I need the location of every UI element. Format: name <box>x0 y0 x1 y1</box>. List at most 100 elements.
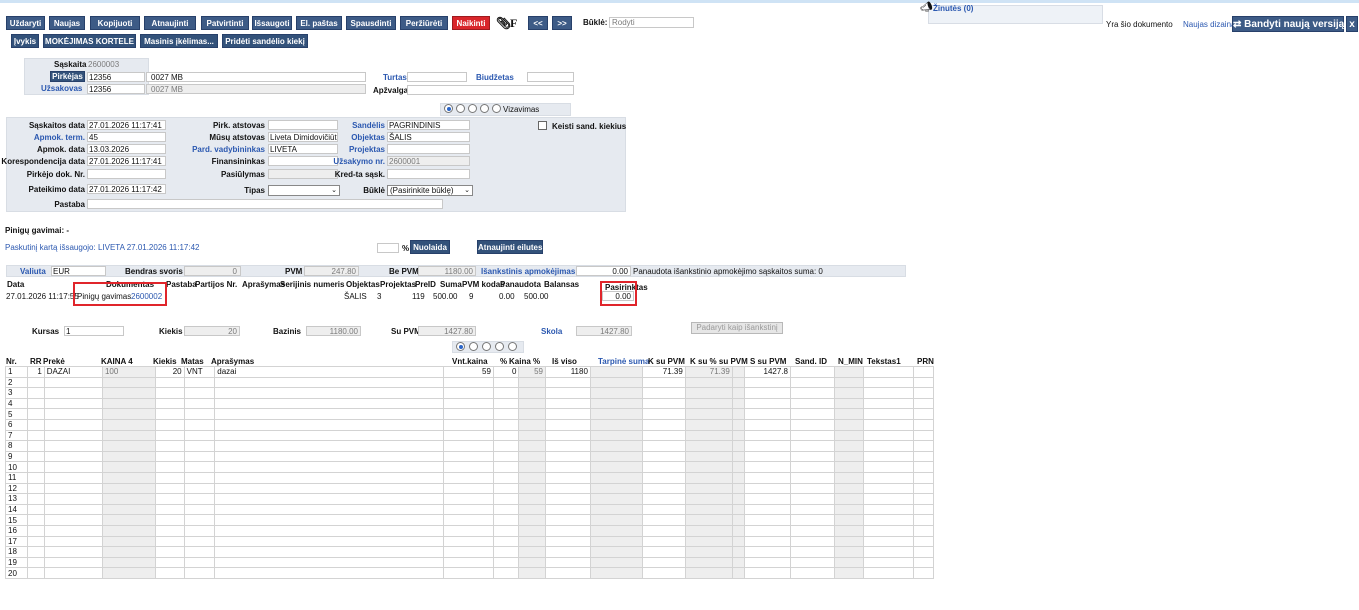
row-cell[interactable] <box>442 524 494 537</box>
radio-vizavimas[interactable] <box>492 104 501 113</box>
row-cell[interactable] <box>744 408 791 420</box>
row-cell[interactable] <box>544 387 591 399</box>
row-cell[interactable] <box>492 546 520 558</box>
row-cell[interactable] <box>27 493 45 505</box>
row-cell[interactable] <box>789 429 835 442</box>
row-cell[interactable] <box>442 471 494 484</box>
row-cell[interactable] <box>544 461 591 473</box>
row-cell[interactable] <box>641 450 686 463</box>
row-cell[interactable] <box>863 376 915 389</box>
row-cell[interactable] <box>214 493 444 505</box>
row-cell[interactable] <box>155 450 185 463</box>
row-cell[interactable] <box>913 503 934 516</box>
row-cell[interactable] <box>544 524 591 537</box>
row-cell[interactable] <box>43 429 103 442</box>
grid-radio-5[interactable] <box>508 342 517 351</box>
row-cell[interactable] <box>641 397 686 410</box>
row-cell[interactable] <box>155 524 185 537</box>
row-cell[interactable] <box>43 524 103 537</box>
row-cell[interactable] <box>544 450 591 463</box>
prev-record-button[interactable]: << <box>528 16 548 30</box>
make-from-prepay-button[interactable]: Padaryti kaip išankstinį <box>691 322 783 334</box>
row-cell[interactable] <box>155 546 185 558</box>
row-cell[interactable] <box>492 482 520 495</box>
row-cell[interactable] <box>27 418 45 431</box>
new-button[interactable]: Naujas <box>49 16 85 30</box>
row-cell[interactable] <box>913 493 934 505</box>
row-cell[interactable] <box>863 493 915 505</box>
row-s-vat[interactable]: 1427.8 <box>744 366 791 378</box>
row-sand-id[interactable] <box>789 366 835 378</box>
row-cell[interactable] <box>214 535 444 548</box>
table-row[interactable]: 18 <box>4 546 934 558</box>
row-cell[interactable] <box>43 535 103 548</box>
table-row[interactable]: 8 <box>4 440 934 452</box>
row-pct[interactable]: 0 <box>492 366 520 378</box>
row-cell[interactable] <box>744 450 791 463</box>
corr-date-input[interactable]: 27.01.2026 11:17:41 <box>87 156 166 166</box>
row-cell[interactable] <box>641 524 686 537</box>
table-row[interactable]: 5 <box>4 408 934 420</box>
row-cell[interactable] <box>492 471 520 484</box>
debt-label[interactable]: Skola <box>541 327 562 337</box>
row-total[interactable]: 1180 <box>544 366 591 378</box>
row-cell[interactable] <box>155 471 185 484</box>
row-cell[interactable] <box>183 524 216 537</box>
row-cell[interactable] <box>913 376 934 389</box>
row-cell[interactable] <box>863 546 915 558</box>
prepay-label[interactable]: Išankstinis apmokėjimas <box>481 267 575 277</box>
row-cell[interactable] <box>744 546 791 558</box>
row-cell[interactable] <box>155 514 185 526</box>
refresh-button[interactable]: Atnaujinti <box>144 16 196 30</box>
row-cell[interactable] <box>214 514 444 526</box>
table-row[interactable]: 1 1 DAZAI 100 20 VNT dazai 59 0 59 1180 … <box>4 366 934 378</box>
row-cell[interactable] <box>789 397 835 410</box>
table-row[interactable]: 10 <box>4 461 934 473</box>
last-saved-link[interactable]: Paskutinį kartą išsaugojo: LIVETA 27.01.… <box>5 243 200 253</box>
customer-code-input[interactable]: 12356 <box>87 84 145 94</box>
row-cell[interactable] <box>789 556 835 569</box>
insurance-input[interactable] <box>407 85 574 95</box>
row-cell[interactable] <box>641 546 686 558</box>
row-cell[interactable] <box>183 535 216 548</box>
row-cell[interactable] <box>442 546 494 558</box>
row-cell[interactable] <box>544 567 591 579</box>
row-cell[interactable] <box>442 450 494 463</box>
row-cell[interactable] <box>544 418 591 431</box>
row-cell[interactable] <box>744 535 791 548</box>
budget-input[interactable] <box>527 72 574 82</box>
table-row[interactable]: 19 <box>4 556 934 569</box>
row-cell[interactable] <box>641 429 686 442</box>
row-cell[interactable] <box>214 524 444 537</box>
row-cell[interactable] <box>183 408 216 420</box>
row-cell[interactable] <box>744 387 791 399</box>
row-cell[interactable] <box>442 461 494 473</box>
row-cell[interactable] <box>863 461 915 473</box>
email-button[interactable]: El. paštas <box>296 16 342 30</box>
row-cell[interactable] <box>492 567 520 579</box>
row-cell[interactable] <box>155 387 185 399</box>
row-qty[interactable]: 20 <box>155 366 185 378</box>
row-cell[interactable] <box>863 429 915 442</box>
events-button[interactable]: Įvykis <box>11 34 39 48</box>
row-cell[interactable] <box>183 397 216 410</box>
row-cell[interactable] <box>155 556 185 569</box>
row-cell[interactable] <box>43 440 103 452</box>
copy-button[interactable]: Kopijuoti <box>90 16 140 30</box>
row-cell[interactable] <box>913 535 934 548</box>
row-cell[interactable] <box>442 493 494 505</box>
table-row[interactable]: 13 <box>4 493 934 505</box>
row-cell[interactable] <box>913 524 934 537</box>
row-cell[interactable] <box>492 503 520 516</box>
row-cell[interactable] <box>789 471 835 484</box>
table-row[interactable]: 11 <box>4 471 934 484</box>
table-row[interactable]: 2 <box>4 376 934 389</box>
table-row[interactable]: 14 <box>4 503 934 516</box>
warehouse-input[interactable]: PAGRINDINIS <box>387 120 470 130</box>
row-cell[interactable] <box>214 556 444 569</box>
row-cell[interactable] <box>492 535 520 548</box>
row-cell[interactable] <box>155 482 185 495</box>
row-cell[interactable] <box>544 429 591 442</box>
row-cell[interactable] <box>789 376 835 389</box>
row-cell[interactable] <box>43 514 103 526</box>
